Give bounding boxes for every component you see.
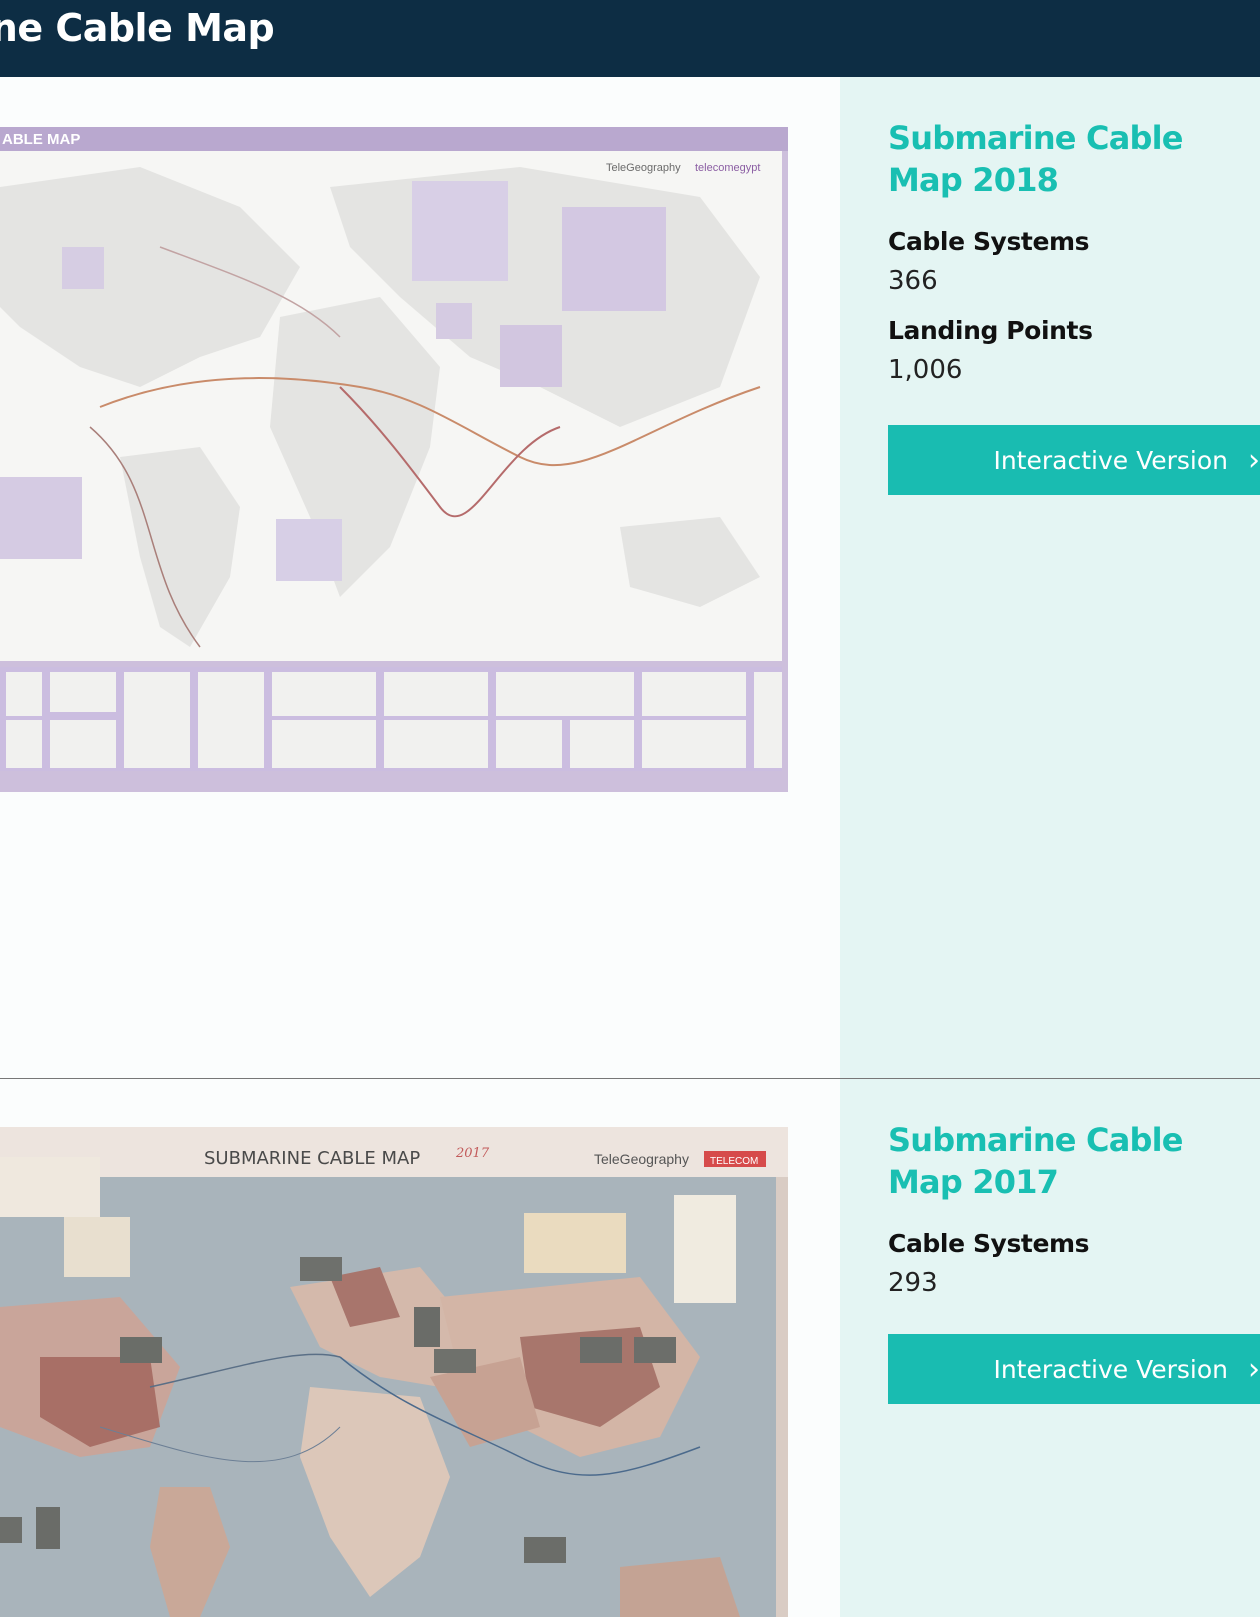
map-info-2017: Submarine Cable Map 2017 Cable Systems 2… (888, 1119, 1260, 1404)
map-entry-2017: SUBMARINE CABLE MAP 2017 TeleGeography T… (0, 1079, 1260, 1617)
stat-value-landing-points: 1,006 (888, 355, 963, 385)
chevron-right-icon: › (1248, 1351, 1260, 1387)
interactive-version-button[interactable]: Interactive Version › (888, 425, 1260, 495)
map-image-2017: SUBMARINE CABLE MAP 2017 TeleGeography T… (0, 1127, 788, 1617)
chevron-right-icon: › (1248, 442, 1260, 478)
map-preview-area: ABLE MAP TeleGeography telecomegypt (0, 77, 840, 1078)
page-title: rine Cable Map (0, 6, 275, 50)
map-title[interactable]: Submarine Cable Map 2018 (888, 117, 1260, 201)
stat-value-cable-systems: 366 (888, 266, 938, 296)
map-title[interactable]: Submarine Cable Map 2017 (888, 1119, 1260, 1203)
interactive-version-label: Interactive Version (993, 445, 1228, 475)
thumbnail-logo-left: TeleGeography (594, 1151, 689, 1167)
map-image-2018: ABLE MAP TeleGeography telecomegypt (0, 127, 788, 792)
map-thumbnail-2018[interactable]: ABLE MAP TeleGeography telecomegypt (0, 127, 788, 792)
stat-label-cable-systems: Cable Systems (888, 1229, 1090, 1258)
stat-label-landing-points: Landing Points (888, 316, 1093, 345)
interactive-version-button[interactable]: Interactive Version › (888, 1334, 1260, 1404)
map-preview-area: SUBMARINE CABLE MAP 2017 TeleGeography T… (0, 1079, 840, 1617)
map-thumbnail-2017[interactable]: SUBMARINE CABLE MAP 2017 TeleGeography T… (0, 1127, 788, 1617)
thumbnail-banner: ABLE MAP (2, 131, 80, 148)
thumbnail-year: 2017 (455, 1146, 490, 1161)
stat-value-cable-systems: 293 (888, 1268, 938, 1298)
thumbnail-logo-right: telecomegypt (695, 162, 760, 174)
thumbnail-logo-left: TeleGeography (606, 162, 681, 174)
thumbnail-banner: SUBMARINE CABLE MAP (204, 1148, 420, 1169)
site-header: rine Cable Map (0, 0, 1260, 77)
thumbnail-logo-right: TELECOM (710, 1156, 758, 1167)
interactive-version-label: Interactive Version (993, 1354, 1228, 1384)
stat-label-cable-systems: Cable Systems (888, 227, 1090, 256)
map-entry-2018: ABLE MAP TeleGeography telecomegypt Subm… (0, 77, 1260, 1078)
map-info-2018: Submarine Cable Map 2018 Cable Systems 3… (888, 117, 1260, 495)
